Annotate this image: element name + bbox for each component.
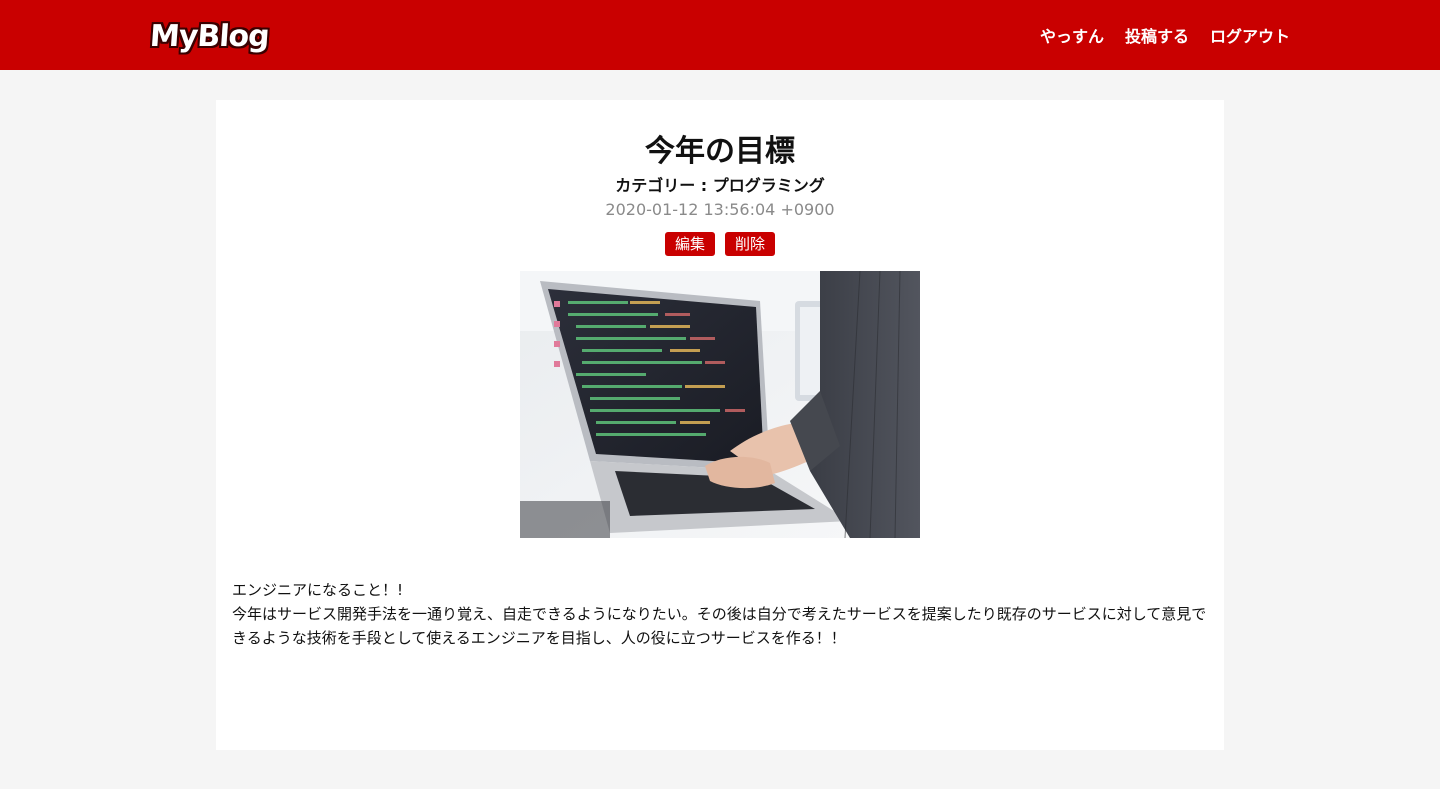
post-body-paragraph: 今年はサービス開発手法を一通り覚え、自走できるようになりたい。その後は自分で考え… bbox=[232, 605, 1207, 647]
delete-button[interactable]: 削除 bbox=[725, 232, 776, 256]
post-actions: 編集 削除 bbox=[0, 232, 1440, 256]
post-image bbox=[520, 271, 920, 538]
nav-logout-link[interactable]: ログアウト bbox=[1210, 23, 1290, 47]
post-category: カテゴリー : プログラミング bbox=[615, 176, 825, 195]
post-title: 今年の目標 bbox=[645, 134, 795, 169]
post-body: エンジニアになること！! 今年はサービス開発手法を一通り覚え、自走できるようにな… bbox=[232, 578, 1212, 650]
laptop-photo-illustration bbox=[520, 271, 920, 538]
site-logo[interactable]: MyBlog bbox=[148, 14, 270, 58]
nav-new-post-link[interactable]: 投稿する bbox=[1125, 23, 1189, 47]
post-body-line: エンジニアになること！! bbox=[232, 581, 404, 599]
header-nav: やっすん 投稿する ログアウト bbox=[1040, 0, 1290, 70]
edit-button[interactable]: 編集 bbox=[664, 232, 715, 256]
top-header: MyBlog やっすん 投稿する ログアウト bbox=[0, 0, 1440, 70]
nav-user-link[interactable]: やっすん bbox=[1040, 23, 1104, 47]
post-timestamp: 2020-01-12 13:56:04 +0900 bbox=[605, 200, 835, 219]
